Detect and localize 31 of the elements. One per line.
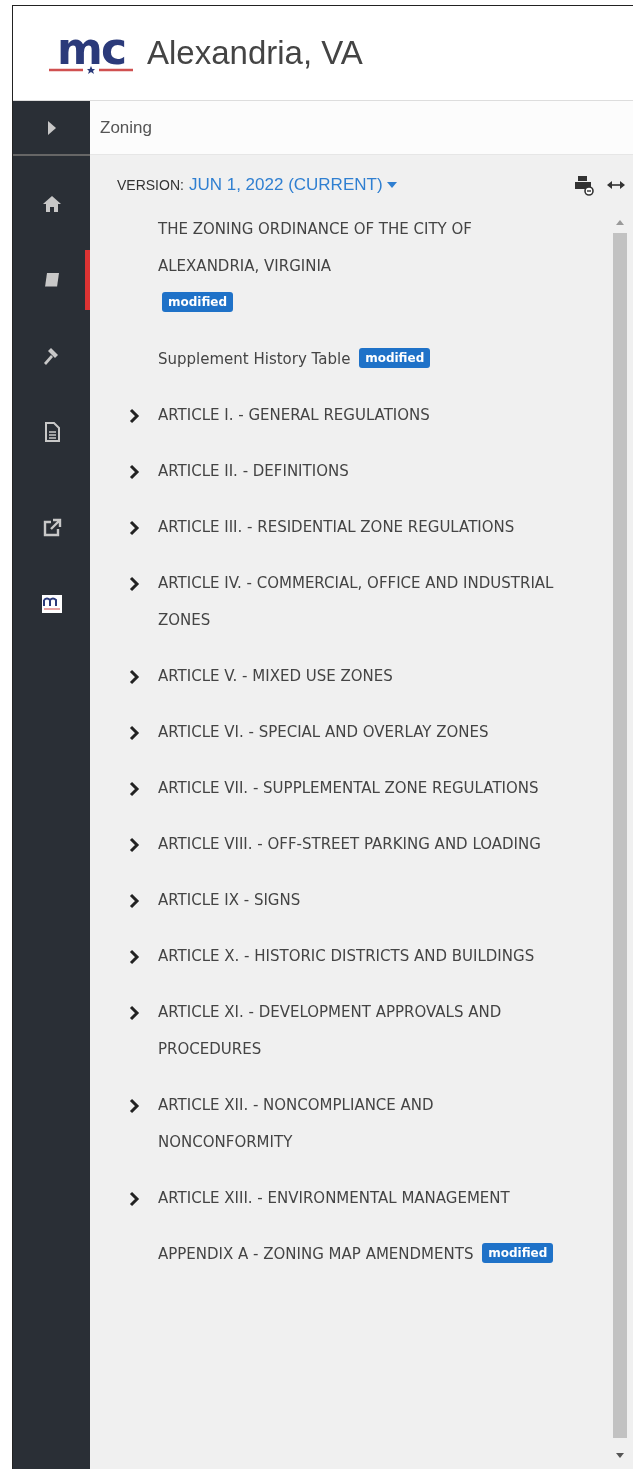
resize-arrow-icon[interactable] [607,181,625,189]
toc-entry[interactable]: THE ZONING ORDINANCE OF THE CITY OF ALEXANDRIA, VIRGINIA [158,211,563,285]
toc-entry[interactable]: ARTICLE XIII. - ENVIRONMENTAL MANAGEMENT [158,1180,510,1217]
logo-icon [41,594,62,614]
toc-entry[interactable]: ARTICLE V. - MIXED USE ZONES [158,658,393,695]
expand-caret-icon[interactable] [47,120,56,135]
toc-entry[interactable]: ARTICLE VII. - SUPPLEMENTAL ZONE REGULATIONS [158,770,539,807]
toc-entry[interactable]: ARTICLE IX - SIGNS [158,882,301,919]
modified-tag: modified [359,348,431,368]
version-label: VERSION: [117,177,184,193]
logo-stripe-icon [49,66,133,74]
version-dropdown[interactable]: JUN 1, 2022 (CURRENT) [188,175,397,195]
site-title: Alexandria, VA [147,34,363,72]
home-icon [41,194,62,214]
toc-entry[interactable]: ARTICLE VIII. - OFF-STREET PARKING AND LOADING [158,826,541,863]
caret-icon [386,182,397,188]
toc-entry[interactable]: ARTICLE II. - DEFINITIONS [158,453,349,490]
toc-entry[interactable]: ARTICLE VI. - SPECIAL AND OVERLAY ZONES [158,714,489,751]
modified-tag: modified [482,1243,554,1263]
toc-entry[interactable]: APPENDIX A - ZONING MAP AMENDMENTS [158,1236,474,1273]
toc-entry[interactable]: ARTICLE IV. - COMMERCIAL, OFFICE AND INDUSTRIAL ZONES [158,565,563,639]
toc-entry[interactable]: ARTICLE XI. - DEVELOPMENT APPROVALS AND PROCEDURES [158,994,563,1068]
print-icon[interactable] [573,174,595,196]
toc-entry[interactable]: ARTICLE III. - RESIDENTIAL ZONE REGULATIONS [158,509,515,546]
toc-entry[interactable]: Supplement History Table [158,341,351,378]
toc-entry[interactable]: ARTICLE I. - GENERAL REGULATIONS [158,397,430,434]
toc-entry[interactable]: ARTICLE XII. - NONCOMPLIANCE AND NONCONFORMITY [158,1087,563,1161]
logo: mc [57,32,125,66]
external-link-icon [41,518,62,538]
modified-tag: modified [162,292,234,312]
toc-entry[interactable]: ARTICLE X. - HISTORIC DISTRICTS AND BUILDINGS [158,938,535,975]
